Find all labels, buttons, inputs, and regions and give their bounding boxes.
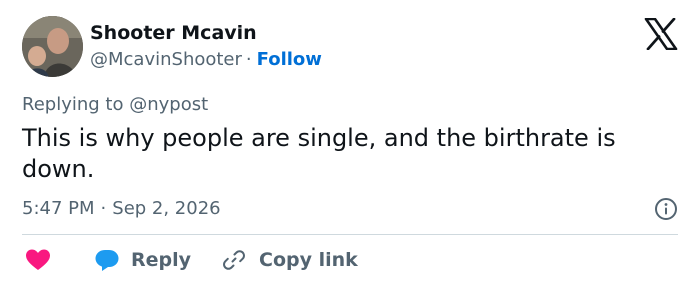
reply-bubble-icon (95, 250, 119, 271)
divider (22, 234, 678, 235)
separator-dot: · (245, 49, 252, 70)
tweet-meta: 5:47 PM · Sep 2, 2026 (22, 198, 221, 219)
avatar[interactable] (22, 16, 83, 77)
tweet-time[interactable]: 5:47 PM (22, 198, 95, 219)
tweet-date[interactable]: Sep 2, 2026 (112, 198, 220, 219)
reply-context: Replying to @nypost (22, 94, 208, 115)
tweet-text: This is why people are single, and the b… (22, 124, 616, 183)
meta-separator: · (100, 198, 107, 219)
heart-icon (26, 249, 50, 270)
copy-link-button[interactable]: Copy link (222, 248, 358, 272)
author-name[interactable]: Shooter Mcavin (90, 22, 257, 44)
like-button[interactable] (22, 248, 51, 272)
action-bar: Reply Copy link (22, 246, 358, 274)
tweet-card: Shooter Mcavin @McavinShooter · Follow Rep… (0, 0, 700, 287)
reply-label: Reply (131, 249, 192, 271)
copy-link-label: Copy link (259, 249, 358, 271)
reply-context-mention[interactable]: @nypost (129, 94, 208, 115)
reply-button[interactable]: Reply (94, 248, 191, 272)
follow-button[interactable]: Follow (257, 49, 322, 70)
x-logo-icon[interactable] (644, 17, 678, 51)
reply-context-prefix: Replying to (22, 94, 124, 115)
link-icon (223, 250, 245, 270)
author-handle-row: @McavinShooter · Follow (90, 49, 322, 70)
avatar-photo (22, 16, 83, 77)
author-handle[interactable]: @McavinShooter (90, 49, 242, 70)
info-icon[interactable] (654, 197, 678, 221)
